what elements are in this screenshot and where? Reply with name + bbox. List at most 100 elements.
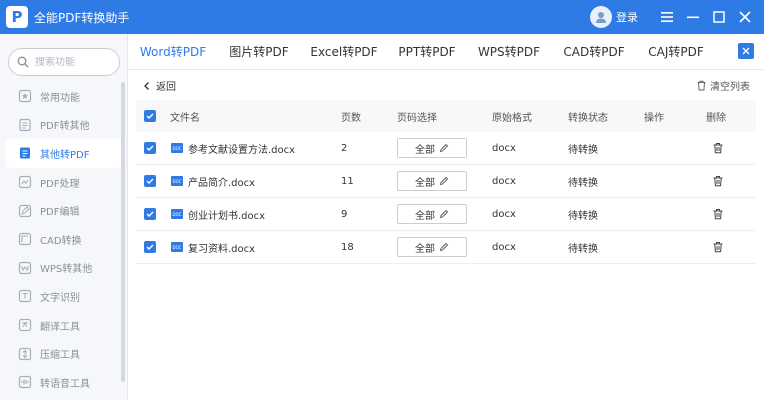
star-icon	[18, 89, 32, 103]
svg-text:DOC: DOC	[172, 212, 181, 217]
docx-file-icon: DOC	[171, 209, 183, 219]
delete-icon[interactable]	[712, 142, 724, 154]
sidebar-item-label: 常用功能	[40, 92, 80, 104]
tab-image-to-pdf[interactable]: 图片转PDF	[218, 34, 300, 70]
pdf-out-icon	[18, 118, 32, 132]
pdf-edit-icon	[18, 204, 32, 218]
row-checkbox[interactable]	[144, 142, 156, 154]
original-format: docx	[492, 142, 516, 154]
edit-icon	[439, 176, 449, 186]
sidebar-item-cad[interactable]: CAD转换	[6, 225, 122, 254]
sidebar-scrollbar[interactable]	[121, 82, 125, 382]
sidebar-item-translate[interactable]: 翻译工具	[6, 311, 122, 340]
page-select-button[interactable]: 全部	[397, 138, 467, 158]
close-icon[interactable]	[732, 0, 758, 34]
wps-icon	[18, 261, 32, 275]
user-avatar-icon[interactable]	[590, 6, 612, 28]
tab-cad-to-pdf[interactable]: CAD转PDF	[552, 34, 636, 70]
sidebar-item-pdf-edit[interactable]: PDF编辑	[6, 196, 122, 225]
file-name: 创业计划书.docx	[188, 210, 266, 222]
search-box[interactable]	[8, 48, 120, 76]
sidebar-item-voice[interactable]: 转语音工具	[6, 368, 122, 397]
convert-status: 待转换	[568, 144, 598, 156]
svg-text:DOC: DOC	[172, 146, 181, 151]
header-delete: 删除	[706, 112, 726, 124]
header-format: 原始格式	[492, 112, 532, 124]
docx-file-icon: DOC	[171, 176, 183, 186]
convert-status: 待转换	[568, 177, 598, 189]
app-logo: P	[6, 6, 28, 28]
sidebar-item-other-to-pdf[interactable]: 其他转PDF	[6, 139, 122, 168]
svg-text:DOC: DOC	[172, 245, 181, 250]
page-count: 11	[341, 175, 354, 187]
trash-icon	[697, 80, 706, 91]
sidebar-menu: 常用功能 PDF转其他 其他转PDF PDF处理 PDF编辑 CAD转换 WPS…	[6, 82, 122, 397]
page-select-button[interactable]: 全部	[397, 171, 467, 191]
table-row: DOC 复习资料.docx 18 全部 docx 待转换	[136, 231, 756, 264]
back-label: 返回	[156, 82, 176, 93]
edit-icon	[439, 209, 449, 219]
tab-caj-to-pdf[interactable]: CAJ转PDF	[636, 34, 716, 70]
sidebar-item-label: CAD转换	[40, 235, 82, 247]
sidebar-item-common[interactable]: 常用功能	[6, 82, 122, 111]
tab-excel-to-pdf[interactable]: Excel转PDF	[300, 34, 388, 70]
pdf-process-icon	[18, 175, 32, 189]
page-count: 9	[341, 208, 348, 220]
page-select-button[interactable]: 全部	[397, 204, 467, 224]
original-format: docx	[492, 241, 516, 253]
header-filename: 文件名	[170, 112, 200, 124]
clear-list-button[interactable]: 清空列表	[696, 78, 750, 93]
tab-ppt-to-pdf[interactable]: PPT转PDF	[388, 34, 466, 70]
sidebar-item-pdf-process[interactable]: PDF处理	[6, 168, 122, 197]
header-page-select: 页码选择	[397, 112, 437, 124]
sidebar: 常用功能 PDF转其他 其他转PDF PDF处理 PDF编辑 CAD转换 WPS…	[0, 34, 128, 400]
maximize-icon[interactable]	[706, 0, 732, 34]
search-input[interactable]	[35, 56, 111, 68]
page-select-label: 全部	[415, 210, 435, 222]
sidebar-item-label: PDF编辑	[40, 207, 80, 219]
login-button[interactable]: 登录	[616, 9, 638, 25]
tab-wps-to-pdf[interactable]: WPS转PDF	[466, 34, 552, 70]
sidebar-item-ocr[interactable]: 文字识别	[6, 282, 122, 311]
sidebar-item-label: 翻译工具	[40, 321, 80, 333]
tab-bar: Word转PDF 图片转PDF Excel转PDF PPT转PDF WPS转PD…	[128, 34, 764, 70]
sidebar-item-label: WPS转其他	[40, 264, 93, 276]
back-button[interactable]: 返回	[142, 78, 176, 93]
ocr-icon	[18, 289, 32, 303]
row-checkbox[interactable]	[144, 175, 156, 187]
select-all-checkbox[interactable]	[144, 110, 156, 122]
sidebar-item-wps[interactable]: WPS转其他	[6, 254, 122, 283]
menu-icon[interactable]	[654, 0, 680, 34]
close-panel-icon[interactable]	[738, 43, 754, 59]
original-format: docx	[492, 175, 516, 187]
chevron-left-icon	[144, 81, 149, 90]
convert-status: 待转换	[568, 243, 598, 255]
translate-icon	[18, 318, 32, 332]
sidebar-item-compress[interactable]: 压缩工具	[6, 339, 122, 368]
docx-file-icon: DOC	[171, 143, 183, 153]
toolbar: 返回 清空列表	[128, 72, 764, 98]
table-row: DOC 创业计划书.docx 9 全部 docx 待转换	[136, 198, 756, 231]
delete-icon[interactable]	[712, 175, 724, 187]
sidebar-item-label: PDF转其他	[40, 121, 90, 133]
app-title: 全能PDF转换助手	[34, 10, 130, 25]
clear-list-label: 清空列表	[710, 82, 750, 93]
delete-icon[interactable]	[712, 208, 724, 220]
page-select-label: 全部	[415, 177, 435, 189]
original-format: docx	[492, 208, 516, 220]
minimize-icon[interactable]	[680, 0, 706, 34]
page-select-button[interactable]: 全部	[397, 237, 467, 257]
row-checkbox[interactable]	[144, 241, 156, 253]
search-icon	[17, 56, 29, 68]
header-pages: 页数	[341, 112, 361, 124]
sidebar-item-pdf-to-other[interactable]: PDF转其他	[6, 111, 122, 140]
edit-icon	[439, 143, 449, 153]
row-checkbox[interactable]	[144, 208, 156, 220]
sidebar-item-label: 转语音工具	[40, 378, 90, 390]
cad-icon	[18, 232, 32, 246]
page-select-label: 全部	[415, 144, 435, 156]
delete-icon[interactable]	[712, 241, 724, 253]
svg-text:DOC: DOC	[172, 179, 181, 184]
tab-word-to-pdf[interactable]: Word转PDF	[128, 34, 218, 70]
table-header: 文件名 页数 页码选择 原始格式 转换状态 操作 删除	[136, 100, 756, 132]
